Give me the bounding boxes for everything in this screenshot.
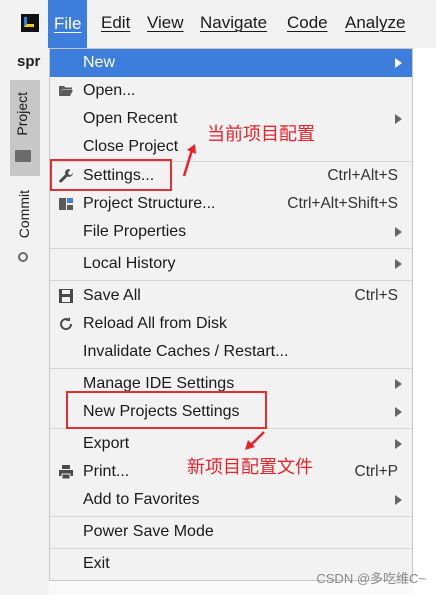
- menu-edit[interactable]: Edit: [101, 13, 130, 33]
- menu-item-label: Save All: [83, 287, 141, 304]
- menu-separator: [50, 368, 412, 369]
- commit-tab-label[interactable]: Commit: [16, 190, 32, 238]
- menu-item-power-save-mode[interactable]: Power Save Mode: [50, 518, 412, 546]
- menu-item-label: Exit: [83, 555, 110, 572]
- menu-item-new[interactable]: New: [50, 49, 412, 77]
- submenu-arrow-icon: [395, 259, 402, 269]
- menu-item-local-history[interactable]: Local History: [50, 250, 412, 278]
- menu-item-add-to-favorites[interactable]: Add to Favorites: [50, 486, 412, 514]
- save-icon: [59, 289, 73, 303]
- annotation-arrow-icon: [245, 431, 265, 450]
- menu-item-reload-all[interactable]: Reload All from Disk: [50, 310, 412, 338]
- annotation-current-project-config: 当前项目配置: [207, 124, 315, 144]
- folder-open-icon: [59, 86, 73, 96]
- settings-highlight-box: [50, 159, 172, 191]
- watermark: CSDN @多吃维C~: [316, 571, 426, 586]
- reload-icon: [60, 317, 73, 331]
- menu-item-label: Local History: [83, 255, 176, 272]
- submenu-arrow-icon: [395, 227, 402, 237]
- menu-item-label: New: [83, 54, 116, 71]
- menu-item-label: File Properties: [83, 223, 187, 240]
- submenu-arrow-icon: [395, 58, 402, 68]
- menu-item-shortcut: Ctrl+P: [354, 463, 399, 480]
- menu-separator: [50, 280, 412, 281]
- annotation-new-project-config-file: 新项目配置文件: [187, 457, 313, 477]
- menu-item-label: Open...: [83, 82, 136, 99]
- submenu-arrow-icon: [395, 114, 402, 124]
- menu-view[interactable]: View: [147, 13, 184, 33]
- annotation-arrow-icon: [182, 144, 196, 177]
- menu-code[interactable]: Code: [287, 13, 328, 33]
- menu-item-file-properties[interactable]: File Properties: [50, 218, 412, 246]
- project-crumb: spr: [17, 53, 41, 70]
- menu-item-open[interactable]: Open...: [50, 77, 412, 105]
- menu-file[interactable]: File: [48, 0, 88, 48]
- print-icon: [59, 465, 73, 480]
- menu-item-invalidate-caches[interactable]: Invalidate Caches / Restart...: [50, 338, 412, 366]
- menu-item-shortcut: Ctrl+S: [354, 287, 399, 304]
- menu-item-label: Export: [83, 435, 130, 452]
- menu-item-label: Close Project: [83, 138, 179, 155]
- folder-icon: [15, 150, 31, 162]
- menu-separator: [50, 516, 412, 517]
- menu-item-shortcut: Ctrl+Alt+S: [327, 167, 398, 184]
- project-tab-label[interactable]: Project: [14, 92, 30, 136]
- submenu-arrow-icon: [395, 439, 402, 449]
- menu-item-label: Print...: [83, 463, 130, 480]
- menu-analyze[interactable]: Analyze: [345, 13, 405, 33]
- menu-item-project-structure[interactable]: Project Structure... Ctrl+Alt+Shift+S: [50, 190, 412, 218]
- menu-separator: [50, 548, 412, 549]
- intellij-logo-icon: [21, 14, 39, 32]
- menu-item-shortcut: Ctrl+Alt+Shift+S: [287, 195, 398, 212]
- menu-item-label: Invalidate Caches / Restart...: [83, 343, 289, 360]
- menu-item-label: Power Save Mode: [83, 523, 214, 540]
- submenu-arrow-icon: [395, 407, 402, 417]
- menu-item-label: Reload All from Disk: [83, 315, 228, 332]
- menu-item-save-all[interactable]: Save All Ctrl+S: [50, 282, 412, 310]
- menu-bar: File Edit View Navigate Code Analyze: [0, 0, 436, 48]
- project-structure-icon: [59, 198, 73, 210]
- menu-item-label: Project Structure...: [83, 195, 216, 212]
- commit-icon: [18, 252, 28, 262]
- new-projects-settings-highlight-box: [66, 391, 267, 429]
- submenu-arrow-icon: [395, 379, 402, 389]
- menu-separator: [50, 248, 412, 249]
- menu-navigate[interactable]: Navigate: [200, 13, 267, 33]
- menu-item-label: Add to Favorites: [83, 491, 200, 508]
- menu-item-label: Open Recent: [83, 110, 178, 127]
- submenu-arrow-icon: [395, 495, 402, 505]
